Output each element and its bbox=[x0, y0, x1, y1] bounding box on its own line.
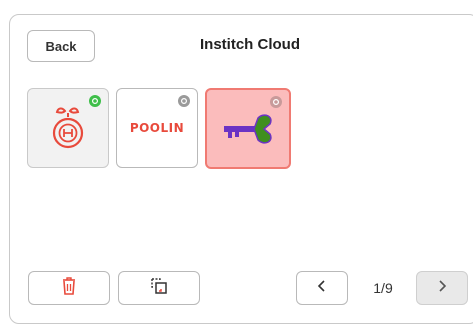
poolin-logo-text: POOLIN bbox=[129, 121, 185, 135]
next-page-button[interactable] bbox=[416, 271, 468, 305]
back-button[interactable]: Back bbox=[27, 30, 95, 62]
chevron-right-icon bbox=[437, 279, 447, 298]
copy-button[interactable] bbox=[118, 271, 200, 305]
design-tile-poolin[interactable]: POOLIN bbox=[116, 88, 198, 168]
chevron-left-icon bbox=[317, 279, 327, 298]
delete-button[interactable] bbox=[28, 271, 110, 305]
unsynced-status-icon bbox=[270, 96, 282, 108]
copy-icon bbox=[149, 276, 169, 301]
design-tile-heart-key[interactable] bbox=[205, 88, 291, 169]
synced-status-icon bbox=[89, 95, 101, 107]
page-title: Institch Cloud bbox=[200, 36, 300, 53]
trash-icon bbox=[61, 276, 77, 301]
unsynced-status-icon bbox=[178, 95, 190, 107]
design-tile-apple[interactable] bbox=[27, 88, 109, 168]
previous-page-button[interactable] bbox=[296, 271, 348, 305]
page-indicator: 1/9 bbox=[373, 280, 393, 296]
back-button-label: Back bbox=[45, 38, 77, 54]
